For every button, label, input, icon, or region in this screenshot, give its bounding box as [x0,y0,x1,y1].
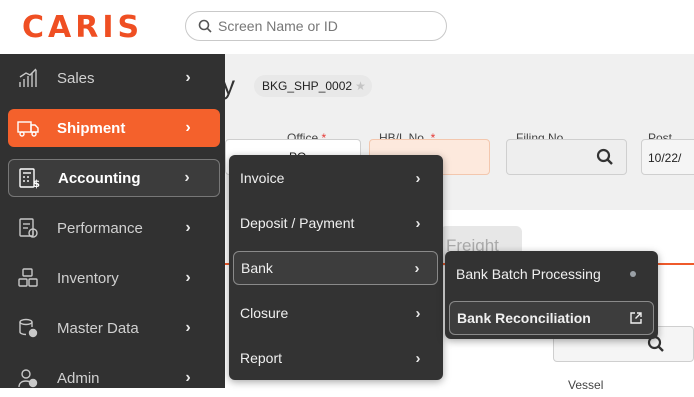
menu-item-label: Bank Reconciliation [457,310,591,326]
submenu-item-label: Bank [241,260,273,276]
bank-submenu: Bank Batch Processing Bank Reconciliatio… [445,251,658,339]
sidebar-item-sales[interactable]: Sales › [8,59,220,97]
submenu-item-deposit-payment[interactable]: Deposit / Payment › [233,206,438,240]
chevron-right-icon: › [185,369,191,386]
submenu-item-invoice[interactable]: Invoice › [233,161,438,195]
app-logo[interactable]: CARIS [22,10,143,45]
status-dot-icon [630,271,636,277]
sidebar-item-label: Performance [57,219,143,237]
menu-item-label: Bank Batch Processing [456,266,601,282]
post-date-value: 10/22/ [648,151,682,165]
svg-text:$: $ [33,179,40,189]
chevron-right-icon: › [185,219,191,236]
submenu-item-label: Closure [240,305,289,321]
chevron-right-icon: › [185,119,191,136]
chevron-right-icon: › [414,259,420,277]
reference-number: BKG_SHP_0002 [262,79,353,93]
search-placeholder: Screen Name or ID [218,18,338,34]
chevron-right-icon: › [185,269,191,286]
submenu-item-label: Report [240,350,283,366]
sales-chart-icon [16,66,40,90]
reference-chip[interactable]: BKG_SHP_0002 ★ [254,75,372,97]
database-gear-icon [16,316,40,340]
external-link-icon[interactable] [629,311,643,325]
sidebar-item-label: Accounting [58,169,141,187]
search-icon[interactable] [596,148,614,166]
chevron-right-icon: › [415,214,421,232]
submenu-item-label: Invoice [240,170,285,186]
vessel-label: Vessel [568,378,604,392]
user-gear-icon [16,366,40,390]
chevron-right-icon: › [185,319,191,336]
chevron-right-icon: › [415,169,421,187]
sidebar-item-label: Admin [57,369,100,387]
menu-item-bank-reconciliation[interactable]: Bank Reconciliation [449,301,654,335]
sidebar-item-accounting[interactable]: $ Accounting › [8,159,220,197]
sidebar-item-label: Inventory [57,269,119,287]
top-bar: CARIS Screen Name or ID [0,0,694,54]
sidebar-item-master-data[interactable]: Master Data › [8,309,220,347]
menu-item-bank-batch-processing[interactable]: Bank Batch Processing [449,257,654,291]
submenu-item-label: Deposit / Payment [240,215,355,231]
sidebar-item-shipment[interactable]: Shipment › [8,109,220,147]
calculator-icon: $ [17,166,41,190]
sidebar-item-admin[interactable]: Admin › [8,359,220,397]
accounting-submenu: Invoice › Deposit / Payment › Bank › Clo… [229,155,443,380]
sidebar-item-performance[interactable]: Performance › [8,209,220,247]
submenu-item-report[interactable]: Report › [233,341,438,375]
truck-icon [16,116,40,140]
sidebar-item-inventory[interactable]: Inventory › [8,259,220,297]
chevron-right-icon: › [184,169,190,186]
submenu-item-bank[interactable]: Bank › [233,251,438,285]
star-icon[interactable]: ★ [355,79,366,93]
submenu-item-closure[interactable]: Closure › [233,296,438,330]
boxes-icon [16,266,40,290]
sidebar-item-label: Master Data [57,319,139,337]
search-icon [198,19,212,33]
search-input[interactable]: Screen Name or ID [185,11,447,41]
chevron-right-icon: › [185,69,191,86]
chevron-right-icon: › [415,349,421,367]
sidebar: Sales › Shipment › $ Accounting › Perfor… [0,54,225,388]
chevron-right-icon: › [415,304,421,322]
document-chart-icon [16,216,40,240]
sidebar-item-label: Shipment [57,119,126,137]
sidebar-item-label: Sales [57,69,95,87]
